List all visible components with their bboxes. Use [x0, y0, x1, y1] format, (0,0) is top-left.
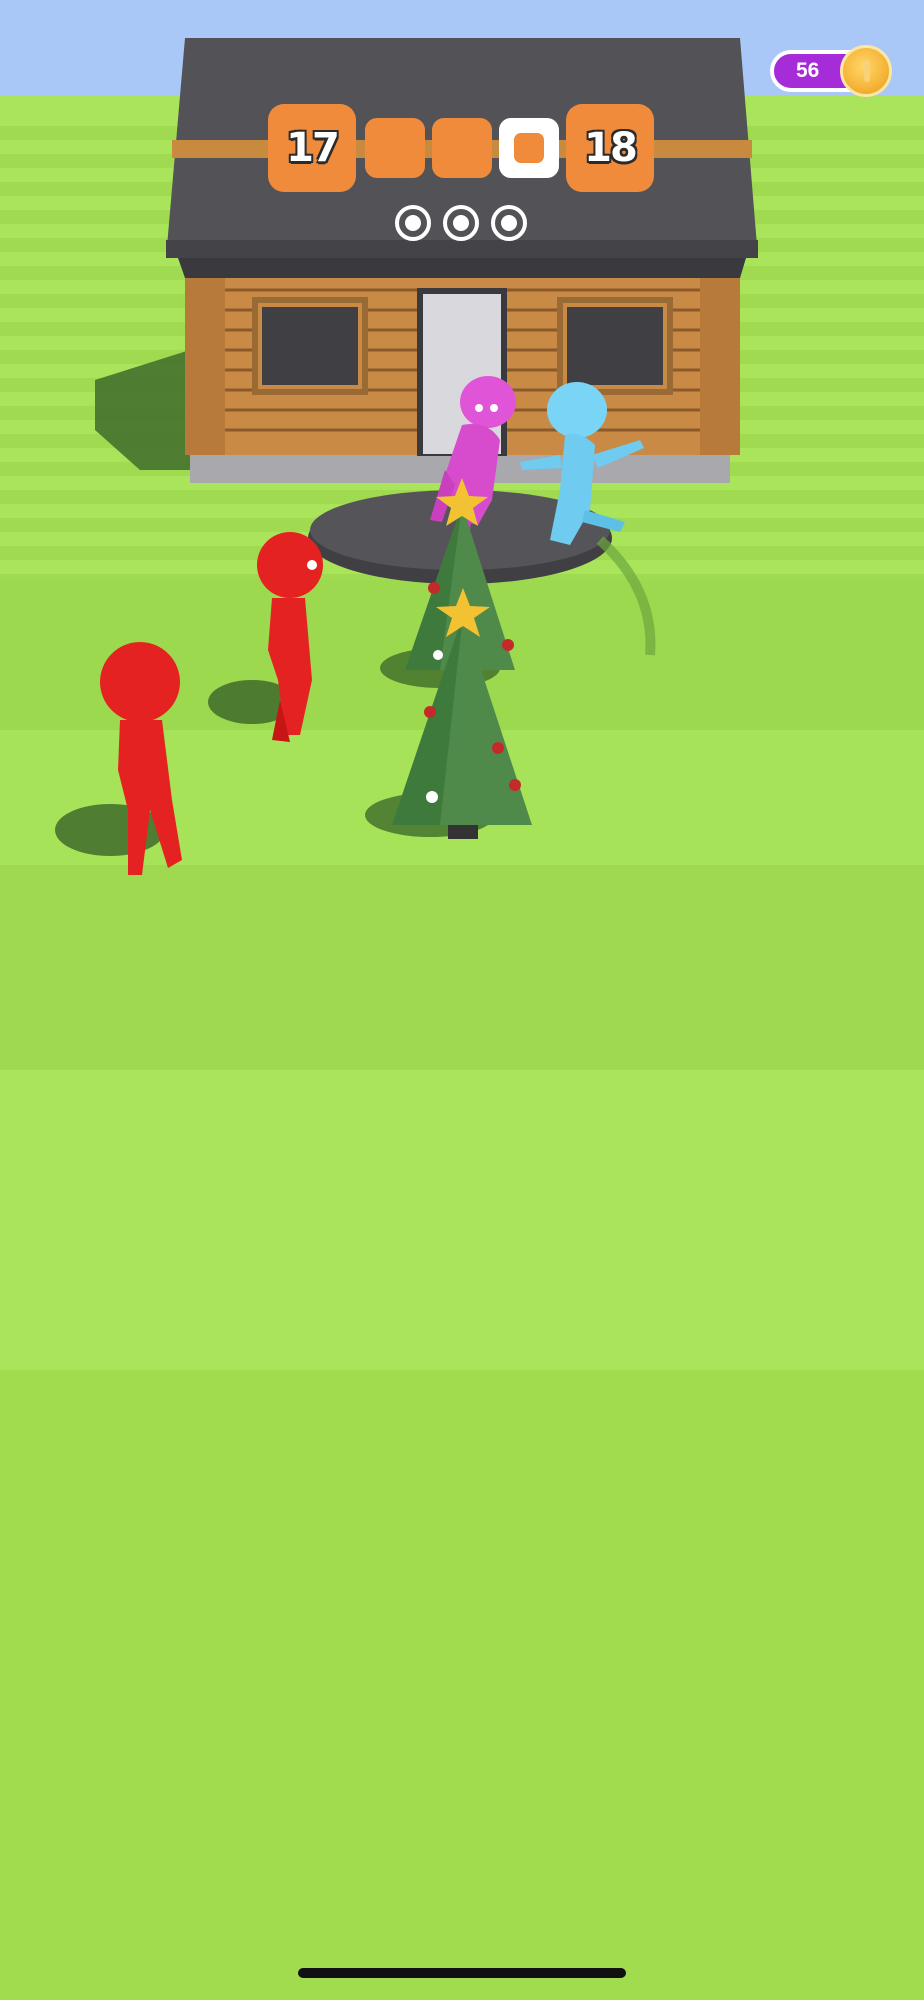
home-indicator[interactable]: [298, 1968, 626, 1978]
coin-amount: 56: [796, 59, 820, 82]
enemy-red-character: [55, 642, 182, 875]
coin-icon: [840, 45, 892, 97]
stage-indicator-current: [499, 118, 559, 178]
enemy-red-character: [208, 532, 323, 742]
target-dot-icon: [443, 205, 479, 241]
current-level-badge: 17: [268, 104, 356, 192]
house: [166, 38, 758, 483]
next-level-badge: 18: [566, 104, 654, 192]
stage-indicator-completed: [432, 118, 492, 178]
target-dot-icon: [395, 205, 431, 241]
house-shadow: [95, 350, 190, 470]
target-dot-icon: [491, 205, 527, 241]
game-scene: [0, 38, 924, 875]
stage-indicator-completed: [365, 118, 425, 178]
